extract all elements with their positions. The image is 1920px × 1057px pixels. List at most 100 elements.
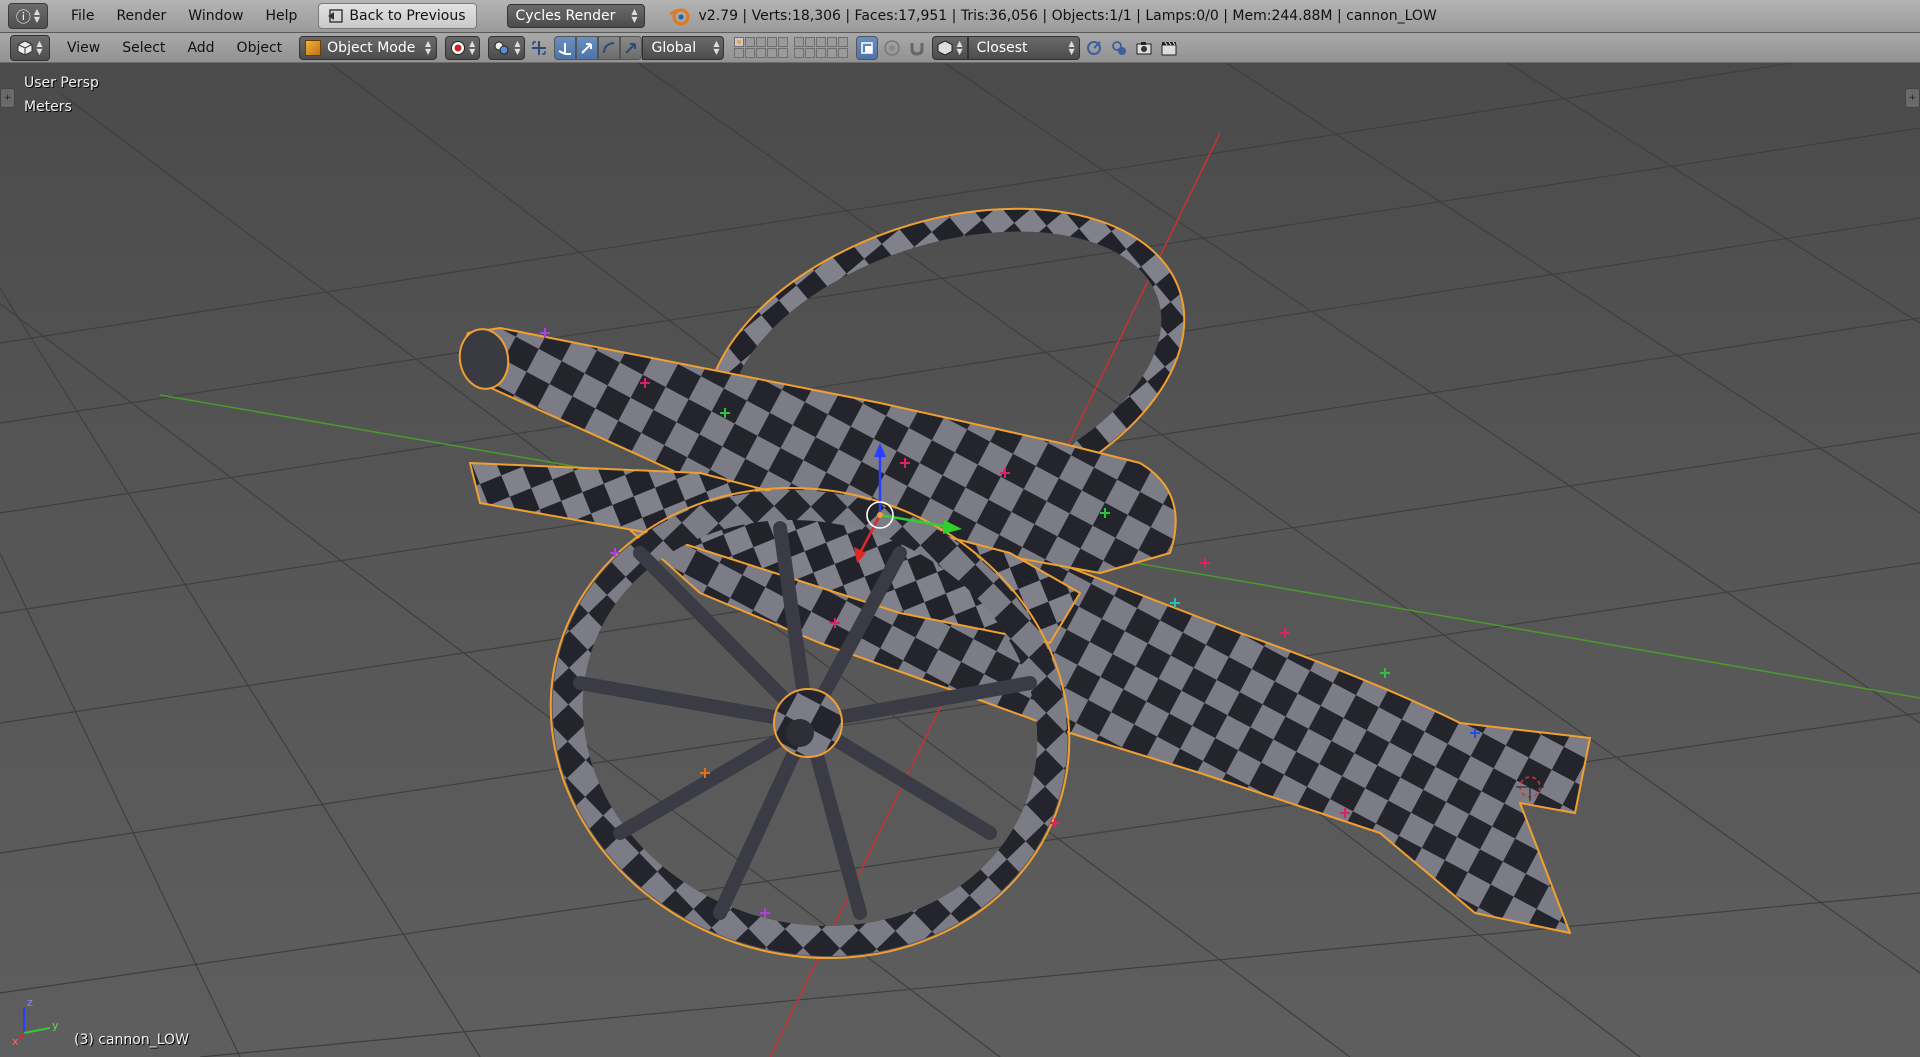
- layer-button[interactable]: [827, 37, 838, 47]
- updown-arrows-icon: ▲ ▼: [425, 38, 432, 56]
- manipulator-toggle[interactable]: [528, 36, 550, 60]
- shading-sphere-icon: [451, 40, 466, 55]
- menu-object[interactable]: Object: [226, 40, 294, 56]
- menu-render[interactable]: Render: [105, 8, 177, 24]
- tool-shelf-toggle[interactable]: +: [0, 88, 15, 108]
- menu-window[interactable]: Window: [177, 8, 254, 24]
- cannon-model[interactable]: [455, 152, 1591, 1025]
- menu-help[interactable]: Help: [254, 8, 308, 24]
- scene-layers: [734, 37, 849, 58]
- opengl-render-image-button[interactable]: [1133, 36, 1155, 60]
- layer-button[interactable]: [816, 37, 827, 47]
- back-to-previous-button[interactable]: Back to Previous: [318, 3, 477, 29]
- 3d-view-cube-icon: [17, 39, 33, 56]
- viewport-scene[interactable]: z y x: [0, 33, 1920, 1057]
- layer-button[interactable]: [816, 48, 827, 58]
- snap-align-toggle[interactable]: [1083, 36, 1105, 60]
- extra-manipulator-button[interactable]: [620, 35, 643, 60]
- layer-button[interactable]: [805, 37, 816, 47]
- layer-button[interactable]: [734, 37, 745, 47]
- updown-arrows-icon: ▲ ▼: [33, 7, 41, 24]
- layer-button[interactable]: [734, 48, 745, 58]
- opengl-render-animation-button[interactable]: [1158, 36, 1180, 60]
- snap-target-select[interactable]: Closest ▲ ▼: [967, 35, 1080, 60]
- snap-element-select[interactable]: ▲ ▼: [932, 35, 968, 60]
- render-engine-label: Cycles Render: [515, 8, 616, 24]
- layer-button[interactable]: [838, 37, 849, 47]
- rotate-manipulator-button[interactable]: [576, 35, 599, 60]
- menu-view[interactable]: View: [56, 40, 111, 56]
- 3d-view-editor-selector[interactable]: ▲ ▼: [10, 34, 50, 61]
- scale-manipulator-button[interactable]: [598, 35, 621, 60]
- rotate-arrow-icon: [581, 42, 593, 54]
- manipulator-types: [554, 35, 643, 60]
- back-screen-icon: [328, 9, 344, 23]
- menu-file[interactable]: File: [60, 8, 105, 24]
- layer-button[interactable]: [756, 48, 767, 58]
- manipulator-icon: [532, 40, 547, 55]
- translate-arrows-icon: [559, 42, 572, 55]
- proportional-edit-icon: [884, 39, 901, 56]
- translate-manipulator-button[interactable]: [554, 35, 577, 60]
- orientation-label: Global: [651, 39, 697, 56]
- mini-axis-x-label: x: [12, 1035, 19, 1048]
- units-label: Meters: [24, 99, 72, 115]
- magnet-icon: [910, 42, 924, 56]
- layer-button[interactable]: [794, 37, 805, 47]
- layer-button[interactable]: [778, 48, 789, 58]
- layer-button[interactable]: [805, 48, 816, 58]
- snap-toggle[interactable]: [906, 36, 928, 60]
- scene-statistics: v2.79 | Verts:18,306 | Faces:17,951 | Tr…: [698, 8, 1437, 24]
- snap-project-icon: [1111, 40, 1126, 55]
- layer-button[interactable]: [745, 37, 756, 47]
- 3d-viewport[interactable]: z y x User Persp Meters (3) cannon_LOW +…: [0, 33, 1920, 1057]
- viewport-shading-select[interactable]: ▲ ▼: [445, 35, 481, 60]
- updown-arrows-icon: ▲ ▼: [469, 38, 476, 56]
- mini-axis-y-label: y: [52, 1019, 59, 1032]
- layer-block-2[interactable]: [794, 37, 849, 58]
- mini-axis-widget: z y x: [12, 996, 59, 1048]
- layer-block-1[interactable]: [734, 37, 789, 58]
- lock-to-scene-button[interactable]: [856, 35, 879, 60]
- updown-arrows-icon: ▲ ▼: [956, 38, 963, 56]
- layer-button[interactable]: [756, 37, 767, 47]
- snap-rotation-icon: [1086, 40, 1101, 55]
- blender-logo-icon: [668, 8, 690, 26]
- mode-label: Object Mode: [327, 39, 416, 56]
- back-button-label: Back to Previous: [349, 8, 466, 24]
- layer-button[interactable]: [827, 48, 838, 58]
- mini-axis-z-label: z: [27, 996, 33, 1009]
- info-icon: ⓘ: [15, 7, 31, 26]
- 3d-view-menu: View Select Add Object: [56, 40, 293, 56]
- pointer-arrow-icon: [625, 42, 637, 54]
- pivot-point-icon: [494, 41, 509, 54]
- view-name-label: User Persp: [24, 75, 99, 91]
- 3d-view-header: ▲ ▼ View Select Add Object Object Mode ▲ ▼…: [0, 33, 1920, 63]
- properties-panel-toggle[interactable]: +: [1905, 88, 1920, 108]
- editor-type-selector[interactable]: ⓘ ▲ ▼: [8, 3, 48, 29]
- info-menu: File Render Window Help: [60, 8, 308, 24]
- object-mode-icon: [305, 39, 322, 56]
- updown-arrows-icon: ▲ ▼: [1068, 38, 1075, 56]
- layer-button[interactable]: [794, 48, 805, 58]
- layer-button[interactable]: [778, 37, 789, 47]
- render-engine-select[interactable]: Cycles Render ▲ ▼: [506, 4, 645, 28]
- interaction-mode-select[interactable]: Object Mode ▲ ▼: [299, 35, 438, 60]
- updown-arrows-icon: ▲ ▼: [514, 38, 521, 56]
- snap-target-label: Closest: [976, 39, 1028, 56]
- active-object-label: (3) cannon_LOW: [74, 1032, 189, 1048]
- transform-orientation-select[interactable]: Global ▲ ▼: [642, 35, 725, 60]
- pivot-point-select[interactable]: ▲ ▼: [488, 35, 526, 60]
- layer-button[interactable]: [838, 48, 849, 58]
- arc-icon: [603, 41, 615, 53]
- layer-button[interactable]: [767, 48, 778, 58]
- updown-arrows-icon: ▲ ▼: [713, 38, 720, 56]
- menu-add[interactable]: Add: [176, 40, 225, 56]
- layer-button[interactable]: [745, 48, 756, 58]
- snap-project-toggle[interactable]: [1108, 36, 1130, 60]
- snap-increment-icon: [937, 39, 953, 56]
- menu-select[interactable]: Select: [111, 40, 176, 56]
- info-header: ⓘ ▲ ▼ File Render Window Help Back to Pre…: [0, 0, 1920, 33]
- proportional-editing-toggle[interactable]: [881, 36, 903, 60]
- layer-button[interactable]: [767, 37, 778, 47]
